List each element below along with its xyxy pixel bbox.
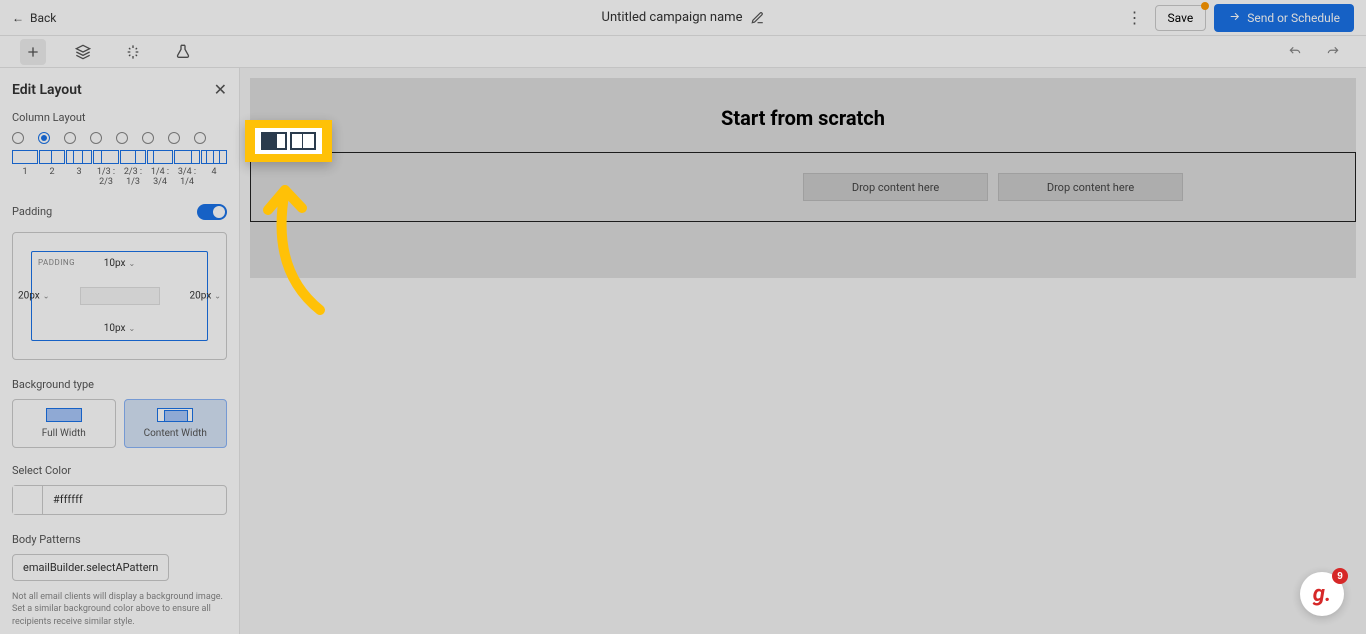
- send-schedule-button[interactable]: Send or Schedule: [1214, 4, 1354, 32]
- badge-layout-icon-b: [290, 132, 316, 150]
- column-layout-label: Column Layout: [12, 111, 227, 124]
- layout-option-1-2[interactable]: [93, 150, 119, 164]
- padding-tag: PADDING: [38, 258, 75, 267]
- padding-right-input[interactable]: 20px⌄: [190, 290, 221, 301]
- padding-label: Padding: [12, 205, 52, 218]
- layout-radio-8[interactable]: [194, 132, 206, 144]
- pencil-icon: [750, 11, 764, 25]
- padding-top-input[interactable]: 10px⌄: [104, 258, 135, 269]
- campaign-title-area[interactable]: Untitled campaign name: [602, 10, 765, 25]
- bg-type-label: Background type: [12, 378, 227, 391]
- layout-radio-3[interactable]: [64, 132, 76, 144]
- color-hex-value: #ffffff: [43, 493, 93, 506]
- bg-content-width-option[interactable]: Content Width: [124, 399, 228, 448]
- layout-row[interactable]: Drop content here Drop content here: [250, 152, 1356, 222]
- undo-button[interactable]: [1282, 39, 1308, 65]
- back-label: Back: [30, 11, 56, 25]
- padding-left-input[interactable]: 20px⌄: [18, 290, 49, 301]
- campaign-title: Untitled campaign name: [602, 10, 743, 25]
- top-right-actions: ⋮ Save Send or Schedule: [1123, 4, 1354, 32]
- layout-radio-7[interactable]: [168, 132, 180, 144]
- drop-zone-1[interactable]: Drop content here: [803, 173, 988, 201]
- drop-zone-left[interactable]: [423, 173, 793, 201]
- layout-labels-row: 1 2 3 1/3 : 2/3 2/3 : 1/3 1/4 : 3/4 3/4 …: [12, 168, 227, 188]
- padding-bottom-input[interactable]: 10px⌄: [104, 323, 135, 334]
- canvas-content: Start from scratch Drop content here Dro…: [250, 78, 1356, 278]
- canvas-area: Start from scratch Drop content here Dro…: [240, 68, 1366, 634]
- more-menu-button[interactable]: ⋮: [1123, 6, 1147, 30]
- layout-option-2-1[interactable]: [120, 150, 146, 164]
- bg-content-preview-icon: [157, 408, 193, 422]
- layout-radio-row: [12, 132, 227, 144]
- layout-radio-1[interactable]: [12, 132, 24, 144]
- bg-content-label: Content Width: [144, 428, 207, 439]
- style-tool-button[interactable]: [120, 39, 146, 65]
- layout-label: 3: [66, 168, 92, 188]
- close-panel-button[interactable]: ✕: [214, 80, 227, 99]
- pattern-hint-text: Not all email clients will display a bac…: [12, 591, 227, 629]
- layout-radio-5[interactable]: [116, 132, 128, 144]
- bg-full-preview-icon: [46, 408, 82, 422]
- layout-label: 4: [201, 168, 227, 188]
- layers-tool-button[interactable]: [70, 39, 96, 65]
- layout-label: 1: [12, 168, 38, 188]
- send-icon: [1228, 10, 1241, 26]
- redo-button[interactable]: [1320, 39, 1346, 65]
- layout-option-1-3[interactable]: [147, 150, 173, 164]
- layout-label: 3/4 : 1/4: [174, 168, 200, 188]
- padding-toggle[interactable]: [197, 204, 227, 220]
- layout-icons-row: [12, 150, 227, 164]
- edit-layout-panel: Edit Layout ✕ Column Layout 1 2: [0, 68, 240, 634]
- back-arrow-icon: ←: [12, 11, 24, 25]
- layout-option-1col[interactable]: [12, 150, 38, 164]
- layout-option-4col[interactable]: [201, 150, 227, 164]
- layout-label: 1/4 : 3/4: [147, 168, 173, 188]
- main-area: Edit Layout ✕ Column Layout 1 2: [0, 68, 1366, 634]
- layout-radio-6[interactable]: [142, 132, 154, 144]
- save-button[interactable]: Save: [1155, 5, 1207, 31]
- save-label: Save: [1168, 11, 1194, 25]
- top-bar: ← Back Untitled campaign name ⋮ Save Sen…: [0, 0, 1366, 36]
- padding-editor: PADDING 10px⌄ 10px⌄ 20px⌄ 20px⌄: [12, 232, 227, 360]
- color-input[interactable]: #ffffff: [12, 485, 227, 515]
- layout-option-3col[interactable]: [66, 150, 92, 164]
- badge-layout-icon-a: [261, 132, 287, 150]
- layout-radio-4[interactable]: [90, 132, 102, 144]
- chevron-down-icon: ⌄: [129, 324, 136, 333]
- chevron-down-icon: ⌄: [43, 291, 50, 300]
- tool-row: [0, 36, 1366, 68]
- layout-radio-2[interactable]: [38, 132, 50, 144]
- test-tool-button[interactable]: [170, 39, 196, 65]
- fab-badge: 9: [1332, 568, 1348, 584]
- body-patterns-label: Body Patterns: [12, 533, 227, 546]
- fab-letter: g.: [1313, 582, 1331, 607]
- select-color-label: Select Color: [12, 464, 227, 477]
- layout-label: 2: [39, 168, 65, 188]
- guide-arrow-icon: [250, 170, 360, 320]
- drop-zone-2[interactable]: Drop content here: [998, 173, 1183, 201]
- color-swatch-icon: [13, 486, 43, 514]
- unsaved-indicator-icon: [1201, 2, 1209, 10]
- chevron-down-icon: ⌄: [129, 259, 136, 268]
- canvas-title: Start from scratch: [721, 106, 885, 130]
- layout-option-3-1[interactable]: [174, 150, 200, 164]
- add-tool-button[interactable]: [20, 39, 46, 65]
- help-fab-button[interactable]: g. 9: [1300, 572, 1344, 616]
- layout-label: 1/3 : 2/3: [93, 168, 119, 188]
- send-label: Send or Schedule: [1247, 11, 1340, 25]
- bg-full-label: Full Width: [42, 428, 86, 439]
- padding-center: [80, 287, 160, 305]
- layout-option-2col[interactable]: [39, 150, 65, 164]
- back-button[interactable]: ← Back: [12, 11, 56, 25]
- panel-title: Edit Layout: [12, 82, 82, 98]
- layout-label: 2/3 : 1/3: [120, 168, 146, 188]
- bg-full-width-option[interactable]: Full Width: [12, 399, 116, 448]
- chevron-down-icon: ⌄: [214, 291, 221, 300]
- select-pattern-button[interactable]: emailBuilder.selectAPattern: [12, 554, 169, 581]
- guide-highlight-badge: [245, 120, 332, 162]
